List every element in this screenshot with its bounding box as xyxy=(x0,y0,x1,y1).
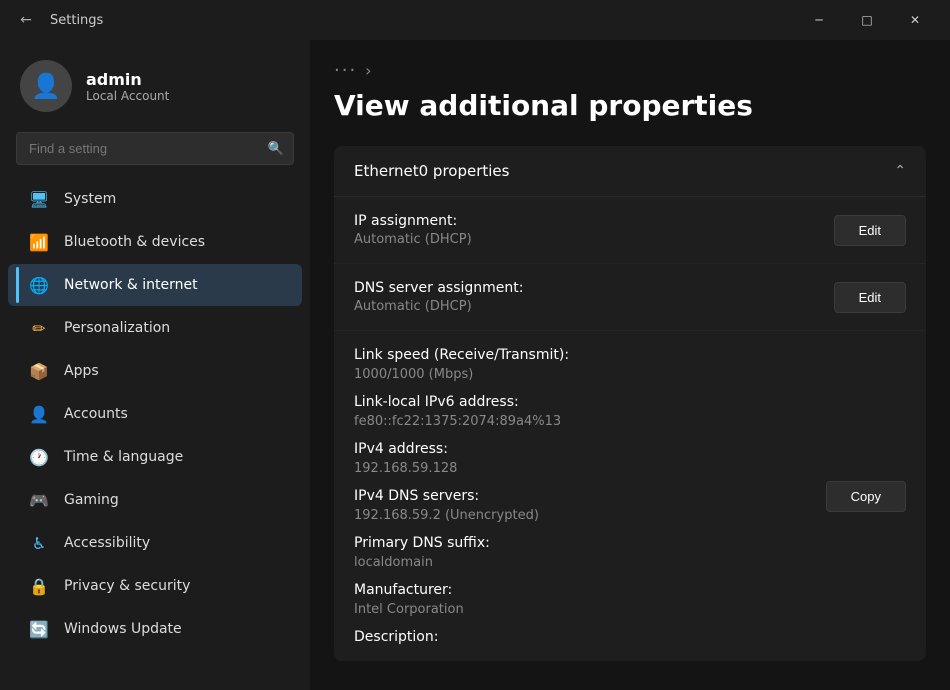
gaming-icon: 🎮 xyxy=(28,489,50,511)
ipv4-address-label: IPv4 address: xyxy=(354,441,806,457)
dns-assignment-edit-button[interactable]: Edit xyxy=(834,282,906,313)
minimize-button[interactable]: ─ xyxy=(796,4,842,36)
app-container: 👤 admin Local Account 🔍 🖥 System 📶 Bluet… xyxy=(0,40,950,690)
sidebar-item-label-system: System xyxy=(64,191,116,207)
sidebar-item-privacy[interactable]: 🔒 Privacy & security xyxy=(8,565,302,607)
system-icon: 🖥 xyxy=(28,188,50,210)
link-speed-details: Link speed (Receive/Transmit): 1000/1000… xyxy=(354,347,806,645)
ip-assignment-info: IP assignment: Automatic (DHCP) xyxy=(354,213,472,247)
sidebar-item-label-apps: Apps xyxy=(64,363,99,379)
search-input[interactable] xyxy=(16,132,294,165)
properties-card: Ethernet0 properties ⌃ IP assignment: Au… xyxy=(334,146,926,661)
sidebar-item-label-accessibility: Accessibility xyxy=(64,535,150,551)
link-speed-row: Link speed (Receive/Transmit): 1000/1000… xyxy=(334,331,926,661)
search-box: 🔍 xyxy=(16,132,294,165)
sidebar-item-accounts[interactable]: 👤 Accounts xyxy=(8,393,302,435)
ip-assignment-value: Automatic (DHCP) xyxy=(354,232,472,247)
sidebar-item-time[interactable]: 🕐 Time & language xyxy=(8,436,302,478)
user-type: Local Account xyxy=(86,89,169,103)
main-content: ··· › View additional properties Etherne… xyxy=(310,40,950,690)
apps-icon: 📦 xyxy=(28,360,50,382)
breadcrumb: ··· › xyxy=(334,60,926,81)
accessibility-icon: ♿ xyxy=(28,532,50,554)
avatar: 👤 xyxy=(20,60,72,112)
sidebar-item-update[interactable]: 🔄 Windows Update xyxy=(8,608,302,650)
window-controls: ─ □ ✕ xyxy=(796,4,938,36)
privacy-icon: 🔒 xyxy=(28,575,50,597)
breadcrumb-arrow: › xyxy=(365,61,371,80)
ip-assignment-label: IP assignment: xyxy=(354,213,472,229)
update-icon: 🔄 xyxy=(28,618,50,640)
sidebar-item-bluetooth[interactable]: 📶 Bluetooth & devices xyxy=(8,221,302,263)
sidebar-item-label-accounts: Accounts xyxy=(64,406,128,422)
ipv6-address-label: Link-local IPv6 address: xyxy=(354,394,806,410)
dns-assignment-label: DNS server assignment: xyxy=(354,280,524,296)
user-profile: 👤 admin Local Account xyxy=(0,50,310,132)
sidebar-nav: 🖥 System 📶 Bluetooth & devices 🌐 Network… xyxy=(0,177,310,651)
back-button[interactable]: ← xyxy=(12,6,40,34)
copy-button[interactable]: Copy xyxy=(826,481,906,512)
card-header: Ethernet0 properties ⌃ xyxy=(334,146,926,197)
title-bar: ← Settings ─ □ ✕ xyxy=(0,0,950,40)
primary-dns-suffix-label: Primary DNS suffix: xyxy=(354,535,806,551)
ip-assignment-row: IP assignment: Automatic (DHCP) Edit xyxy=(334,197,926,264)
sidebar-item-apps[interactable]: 📦 Apps xyxy=(8,350,302,392)
sidebar: 👤 admin Local Account 🔍 🖥 System 📶 Bluet… xyxy=(0,40,310,690)
sidebar-item-gaming[interactable]: 🎮 Gaming xyxy=(8,479,302,521)
sidebar-item-label-privacy: Privacy & security xyxy=(64,578,190,594)
page-title: View additional properties xyxy=(334,89,926,122)
link-speed-label: Link speed (Receive/Transmit): xyxy=(354,347,806,363)
app-title: Settings xyxy=(50,13,103,28)
manufacturer-value: Intel Corporation xyxy=(354,602,806,617)
network-icon: 🌐 xyxy=(28,274,50,296)
card-title: Ethernet0 properties xyxy=(354,162,509,180)
bluetooth-icon: 📶 xyxy=(28,231,50,253)
accounts-icon: 👤 xyxy=(28,403,50,425)
primary-dns-suffix-value: localdomain xyxy=(354,555,806,570)
link-speed-value: 1000/1000 (Mbps) xyxy=(354,367,806,382)
chevron-up-icon[interactable]: ⌃ xyxy=(894,163,906,179)
breadcrumb-dots[interactable]: ··· xyxy=(334,60,357,81)
maximize-button[interactable]: □ xyxy=(844,4,890,36)
ipv4-dns-value: 192.168.59.2 (Unencrypted) xyxy=(354,508,806,523)
personalization-icon: ✏ xyxy=(28,317,50,339)
ipv4-dns-label: IPv4 DNS servers: xyxy=(354,488,806,504)
ipv6-address-value: fe80::fc22:1375:2074:89a4%13 xyxy=(354,414,806,429)
manufacturer-label: Manufacturer: xyxy=(354,582,806,598)
sidebar-item-system[interactable]: 🖥 System xyxy=(8,178,302,220)
dns-assignment-row: DNS server assignment: Automatic (DHCP) … xyxy=(334,264,926,331)
ip-assignment-edit-button[interactable]: Edit xyxy=(834,215,906,246)
sidebar-item-label-personalization: Personalization xyxy=(64,320,170,336)
sidebar-item-label-network: Network & internet xyxy=(64,277,198,293)
sidebar-item-label-bluetooth: Bluetooth & devices xyxy=(64,234,205,250)
user-name: admin xyxy=(86,70,169,89)
description-label: Description: xyxy=(354,629,806,645)
dns-assignment-value: Automatic (DHCP) xyxy=(354,299,524,314)
search-icon: 🔍 xyxy=(268,141,284,156)
sidebar-item-personalization[interactable]: ✏ Personalization xyxy=(8,307,302,349)
time-icon: 🕐 xyxy=(28,446,50,468)
close-button[interactable]: ✕ xyxy=(892,4,938,36)
ipv4-address-value: 192.168.59.128 xyxy=(354,461,806,476)
dns-assignment-info: DNS server assignment: Automatic (DHCP) xyxy=(354,280,524,314)
sidebar-item-label-gaming: Gaming xyxy=(64,492,119,508)
sidebar-item-label-time: Time & language xyxy=(64,449,183,465)
sidebar-item-network[interactable]: 🌐 Network & internet xyxy=(8,264,302,306)
sidebar-item-accessibility[interactable]: ♿ Accessibility xyxy=(8,522,302,564)
sidebar-item-label-update: Windows Update xyxy=(64,621,182,637)
user-info: admin Local Account xyxy=(86,70,169,103)
